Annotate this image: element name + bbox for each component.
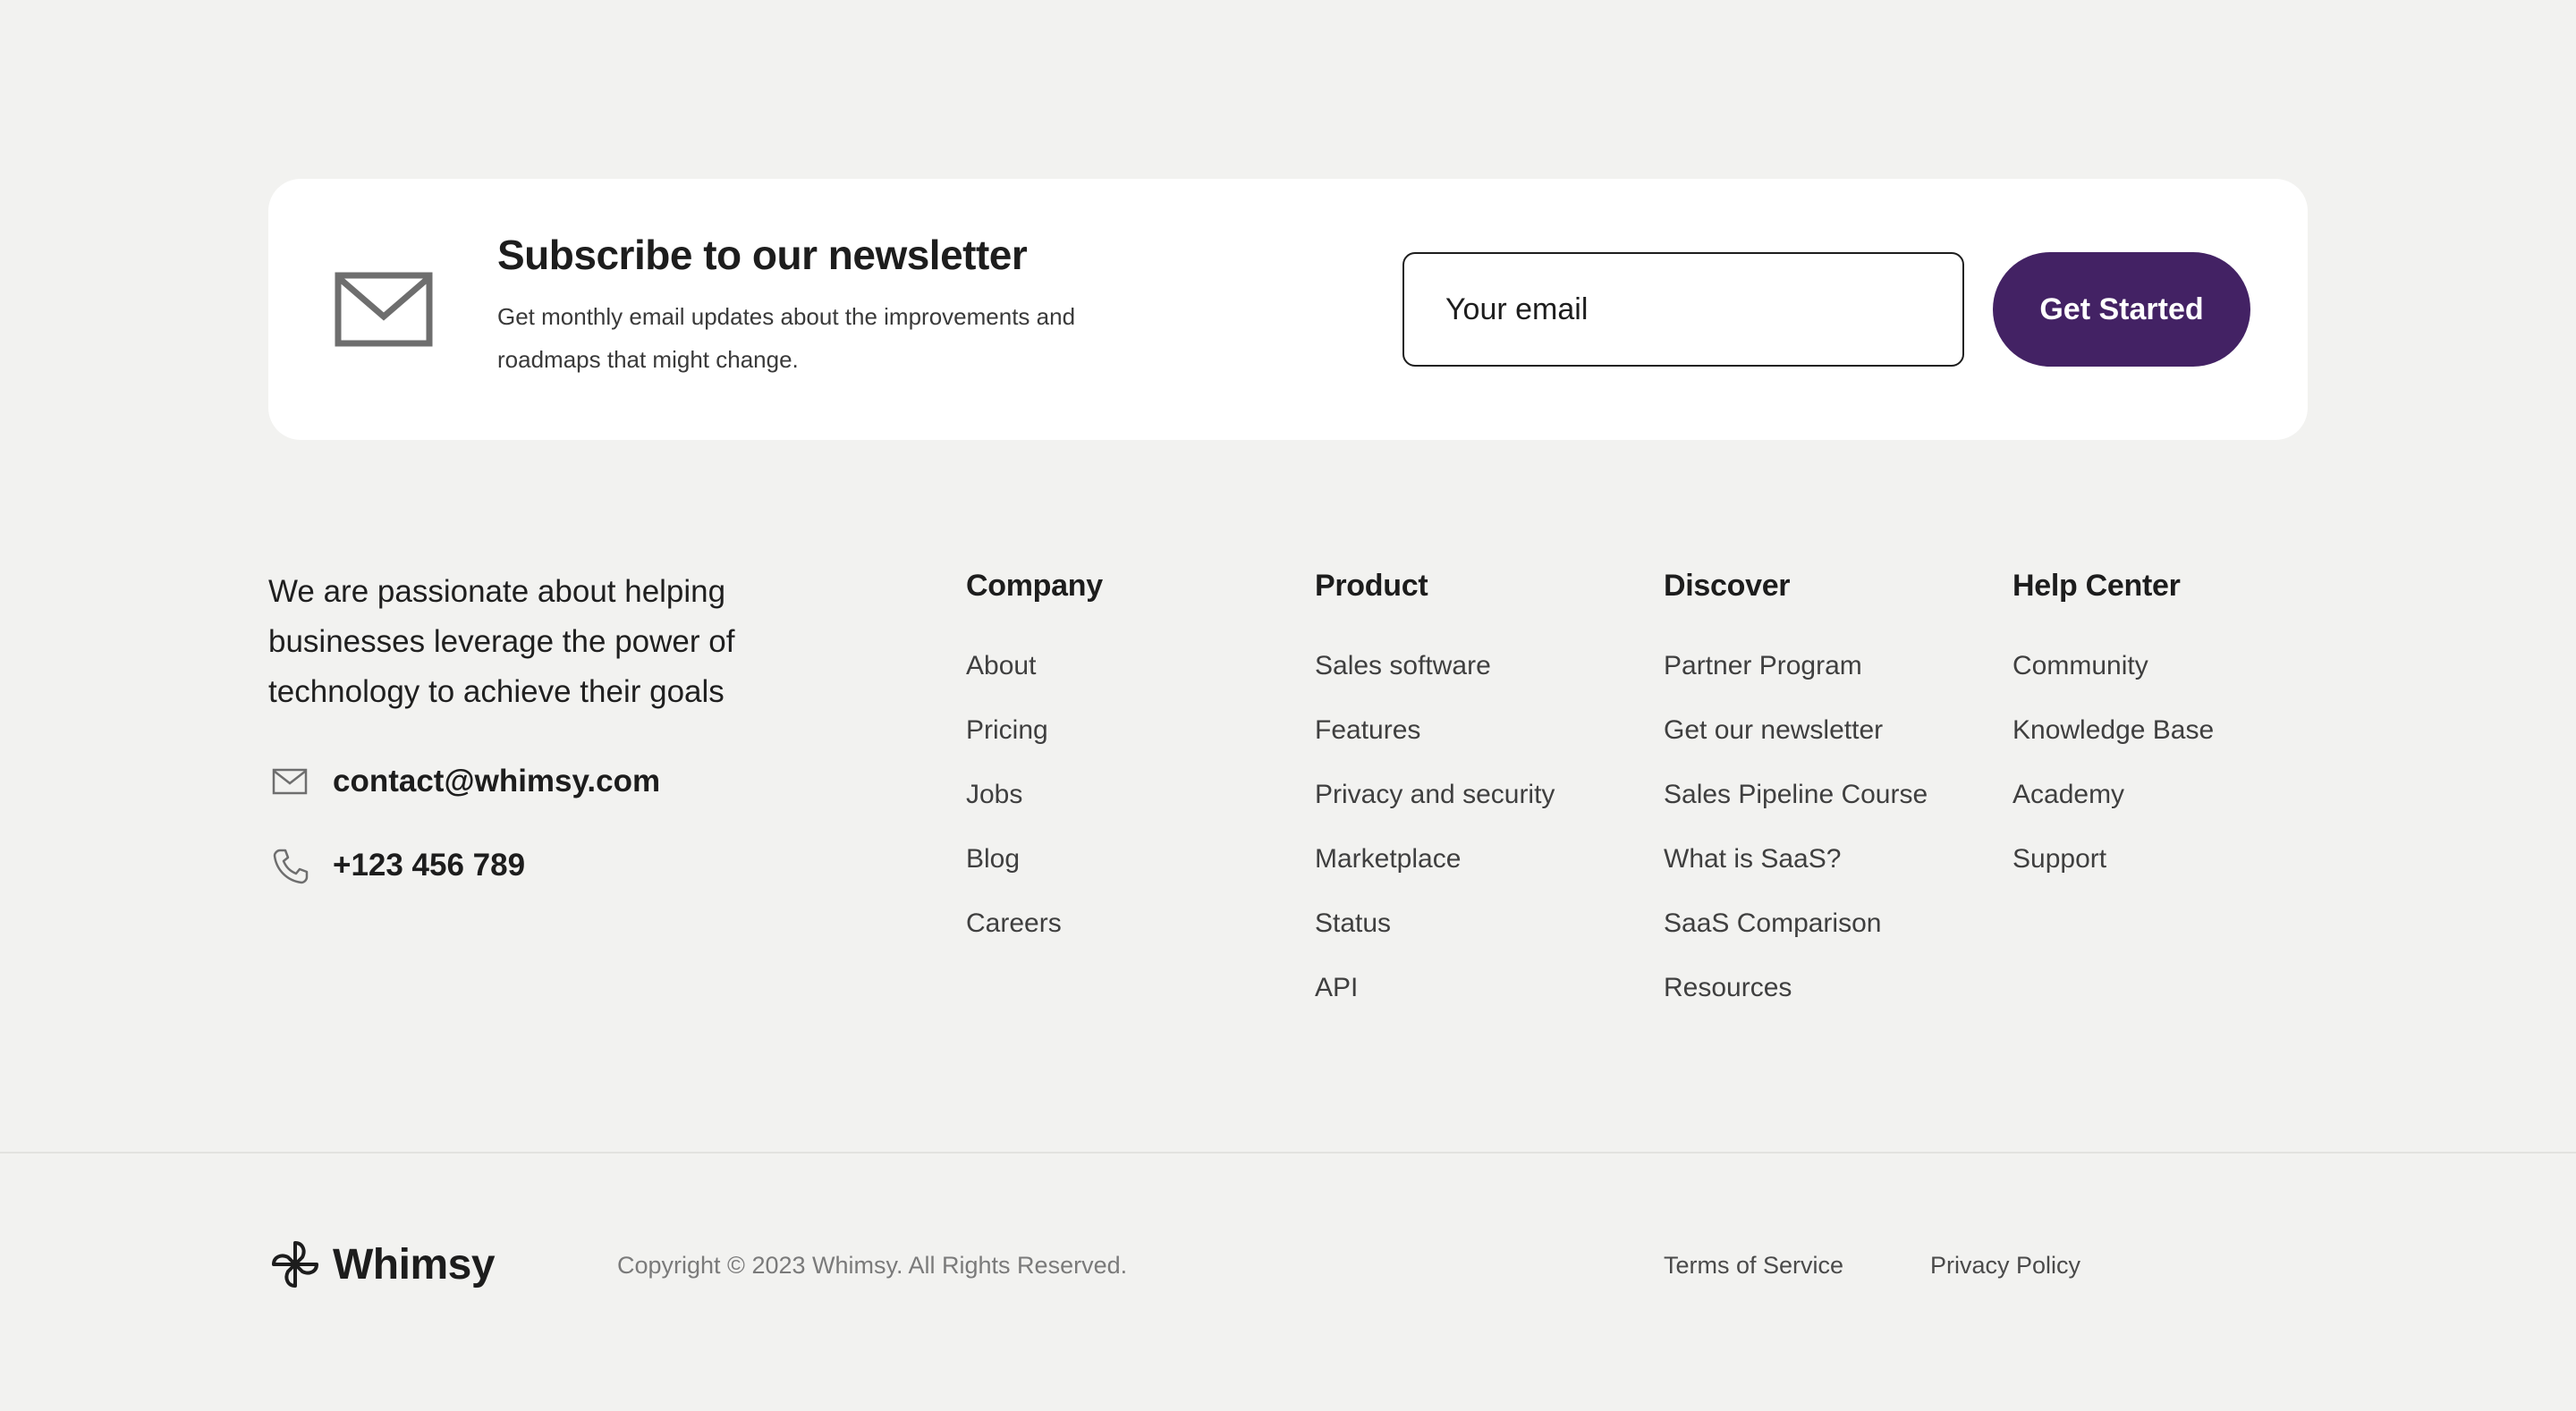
footer-link-api[interactable]: API — [1315, 973, 1358, 1002]
phone-icon — [268, 844, 311, 887]
email-input[interactable] — [1402, 252, 1964, 367]
footer-link-careers[interactable]: Careers — [966, 908, 1062, 938]
footer-link-community[interactable]: Community — [2012, 651, 2148, 680]
about-tagline: We are passionate about helping business… — [268, 574, 735, 709]
column-title: Company — [966, 569, 1103, 603]
copyright-text: Copyright © 2023 Whimsy. All Rights Rese… — [617, 1252, 1128, 1279]
column-title: Product — [1315, 569, 1428, 603]
footer-link-jobs[interactable]: Jobs — [966, 780, 1022, 809]
footer-column-help-center: Help Center Community Knowledge Base Aca… — [2012, 569, 2214, 874]
footer-link-sales-pipeline-course[interactable]: Sales Pipeline Course — [1664, 780, 1928, 809]
newsletter-description: Get monthly email updates about the impr… — [497, 303, 1076, 373]
footer-link-status[interactable]: Status — [1315, 908, 1391, 938]
pinwheel-logo-icon — [268, 1238, 322, 1291]
column-title: Discover — [1664, 569, 1791, 603]
footer-divider — [0, 1152, 2576, 1153]
footer-link-knowledge-base[interactable]: Knowledge Base — [2012, 715, 2214, 745]
newsletter-title: Subscribe to our newsletter — [497, 232, 1028, 278]
footer-link-partner-program[interactable]: Partner Program — [1664, 651, 1862, 680]
footer-link-support[interactable]: Support — [2012, 844, 2106, 874]
privacy-policy-link[interactable]: Privacy Policy — [1930, 1252, 2080, 1280]
footer-column-company: Company About Pricing Jobs Blog Careers — [966, 569, 1103, 938]
contact-phone-row: +123 456 789 — [268, 844, 525, 887]
footer-link-privacy-security[interactable]: Privacy and security — [1315, 780, 1555, 809]
footer-link-saas-comparison[interactable]: SaaS Comparison — [1664, 908, 1881, 938]
footer-column-discover: Discover Partner Program Get our newslet… — [1664, 569, 1928, 1002]
get-started-button[interactable]: Get Started — [1993, 252, 2250, 367]
contact-phone-link[interactable]: +123 456 789 — [333, 848, 525, 883]
footer-link-features[interactable]: Features — [1315, 715, 1420, 745]
footer-column-product: Product Sales software Features Privacy … — [1315, 569, 1555, 1002]
footer-link-pricing[interactable]: Pricing — [966, 715, 1048, 745]
footer-link-blog[interactable]: Blog — [966, 844, 1020, 874]
footer-link-sales-software[interactable]: Sales software — [1315, 651, 1491, 680]
envelope-icon — [268, 760, 311, 803]
newsletter-card: Subscribe to our newsletter Get monthly … — [268, 179, 2308, 440]
contact-email-row: contact@whimsy.com — [268, 760, 660, 803]
footer-link-about[interactable]: About — [966, 651, 1036, 680]
footer-link-newsletter[interactable]: Get our newsletter — [1664, 715, 1883, 745]
brand-logo[interactable]: Whimsy — [268, 1238, 496, 1291]
contact-email-link[interactable]: contact@whimsy.com — [333, 764, 660, 799]
envelope-icon — [335, 272, 433, 347]
terms-of-service-link[interactable]: Terms of Service — [1664, 1252, 1843, 1280]
brand-name: Whimsy — [333, 1240, 496, 1288]
footer-link-academy[interactable]: Academy — [2012, 780, 2124, 809]
footer-link-what-is-saas[interactable]: What is SaaS? — [1664, 844, 1841, 874]
footer-link-resources[interactable]: Resources — [1664, 973, 1792, 1002]
column-title: Help Center — [2012, 569, 2181, 603]
footer-link-marketplace[interactable]: Marketplace — [1315, 844, 1461, 874]
